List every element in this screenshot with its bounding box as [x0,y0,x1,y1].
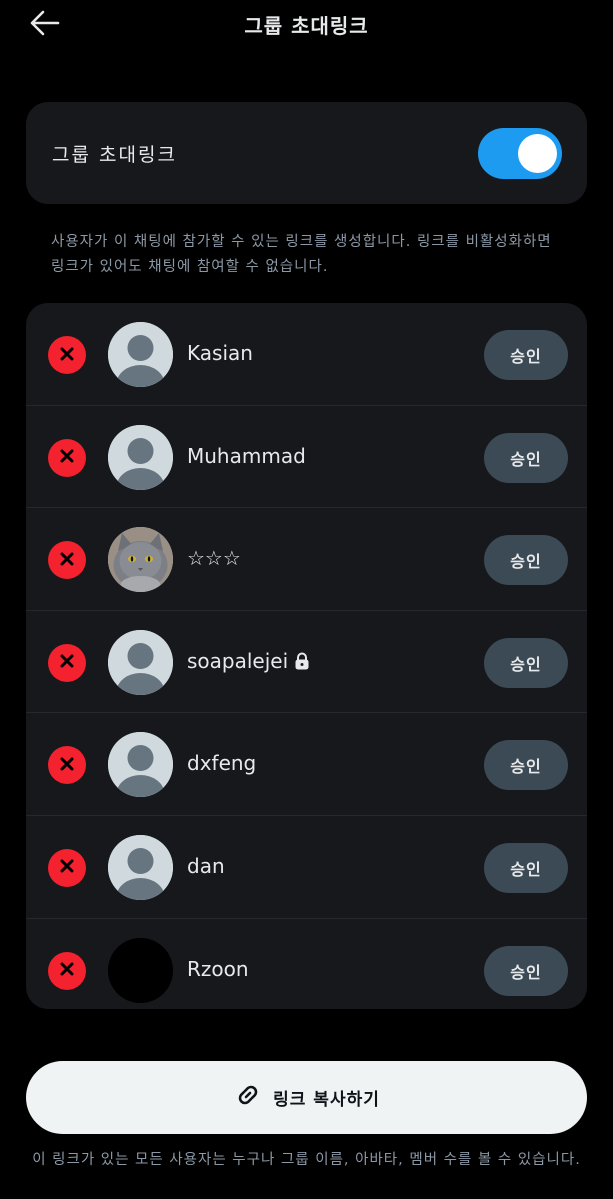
list-item: ☆☆☆ 승인 [26,508,587,611]
page-title: 그룹 초대링크 [244,14,369,38]
close-icon [60,346,74,365]
approve-button[interactable]: 승인 [484,330,568,380]
cat-photo-avatar[interactable] [108,527,173,593]
invite-link-description: 사용자가 이 채팅에 참가할 수 있는 링크를 생성합니다. 링크를 비활성화하… [51,234,552,275]
user-name[interactable]: Muhammad [187,444,306,468]
approve-button[interactable]: 승인 [484,432,568,483]
reject-button[interactable] [48,848,86,887]
reject-button[interactable] [48,746,86,785]
close-icon [60,448,74,467]
list-item: soapalejei 승인 [26,611,587,714]
user-name[interactable]: Rzoon [187,957,249,981]
list-item: Muhammad 승인 [26,406,587,509]
reject-button[interactable] [48,336,86,374]
avatar[interactable] [108,732,173,798]
approve-button[interactable]: 승인 [484,945,568,996]
toggle-knob [518,134,557,173]
reject-button[interactable] [48,541,86,580]
close-icon [60,653,74,672]
approve-button[interactable]: 승인 [484,740,568,791]
user-name[interactable]: dxfeng [187,751,256,775]
join-request-list: Kasian 승인 Muhammad 승인 ☆☆☆ 승인 soapalejei … [26,303,587,1009]
header: 그룹 초대링크 [0,0,613,50]
black-avatar[interactable] [108,937,173,1003]
avatar[interactable] [108,424,173,490]
invite-link-toggle-label: 그룹 초대링크 [52,144,177,166]
avatar[interactable] [108,629,173,695]
reject-button[interactable] [48,951,86,990]
list-item: Rzoon 승인 [26,919,587,1009]
avatar[interactable] [108,834,173,900]
user-name[interactable]: dan [187,854,225,878]
copy-link-label: 링크 복사하기 [273,1090,380,1110]
list-item: dan 승인 [26,816,587,919]
approve-button[interactable]: 승인 [484,535,568,586]
close-icon [60,551,74,570]
list-item: dxfeng 승인 [26,713,587,816]
close-icon [60,756,74,775]
approve-button[interactable]: 승인 [484,637,568,688]
link-icon [233,1080,263,1115]
approve-button[interactable]: 승인 [484,842,568,893]
reject-button[interactable] [48,643,86,682]
invite-link-setting: 그룹 초대링크 [26,102,587,204]
reject-button[interactable] [48,438,86,477]
copy-link-button[interactable]: 링크 복사하기 [26,1061,587,1134]
user-name[interactable]: soapalejei [187,649,310,673]
footer-note: 이 링크가 있는 모든 사용자는 누구나 그룹 이름, 아바타, 멤버 수를 볼… [32,1152,581,1168]
user-name[interactable]: ☆☆☆ [187,546,241,570]
lock-icon [294,652,310,670]
close-icon [60,858,74,877]
list-item: Kasian 승인 [26,303,587,406]
user-name[interactable]: Kasian [187,341,253,365]
avatar[interactable] [108,322,173,387]
close-icon [60,961,74,980]
invite-link-toggle[interactable] [478,128,562,179]
